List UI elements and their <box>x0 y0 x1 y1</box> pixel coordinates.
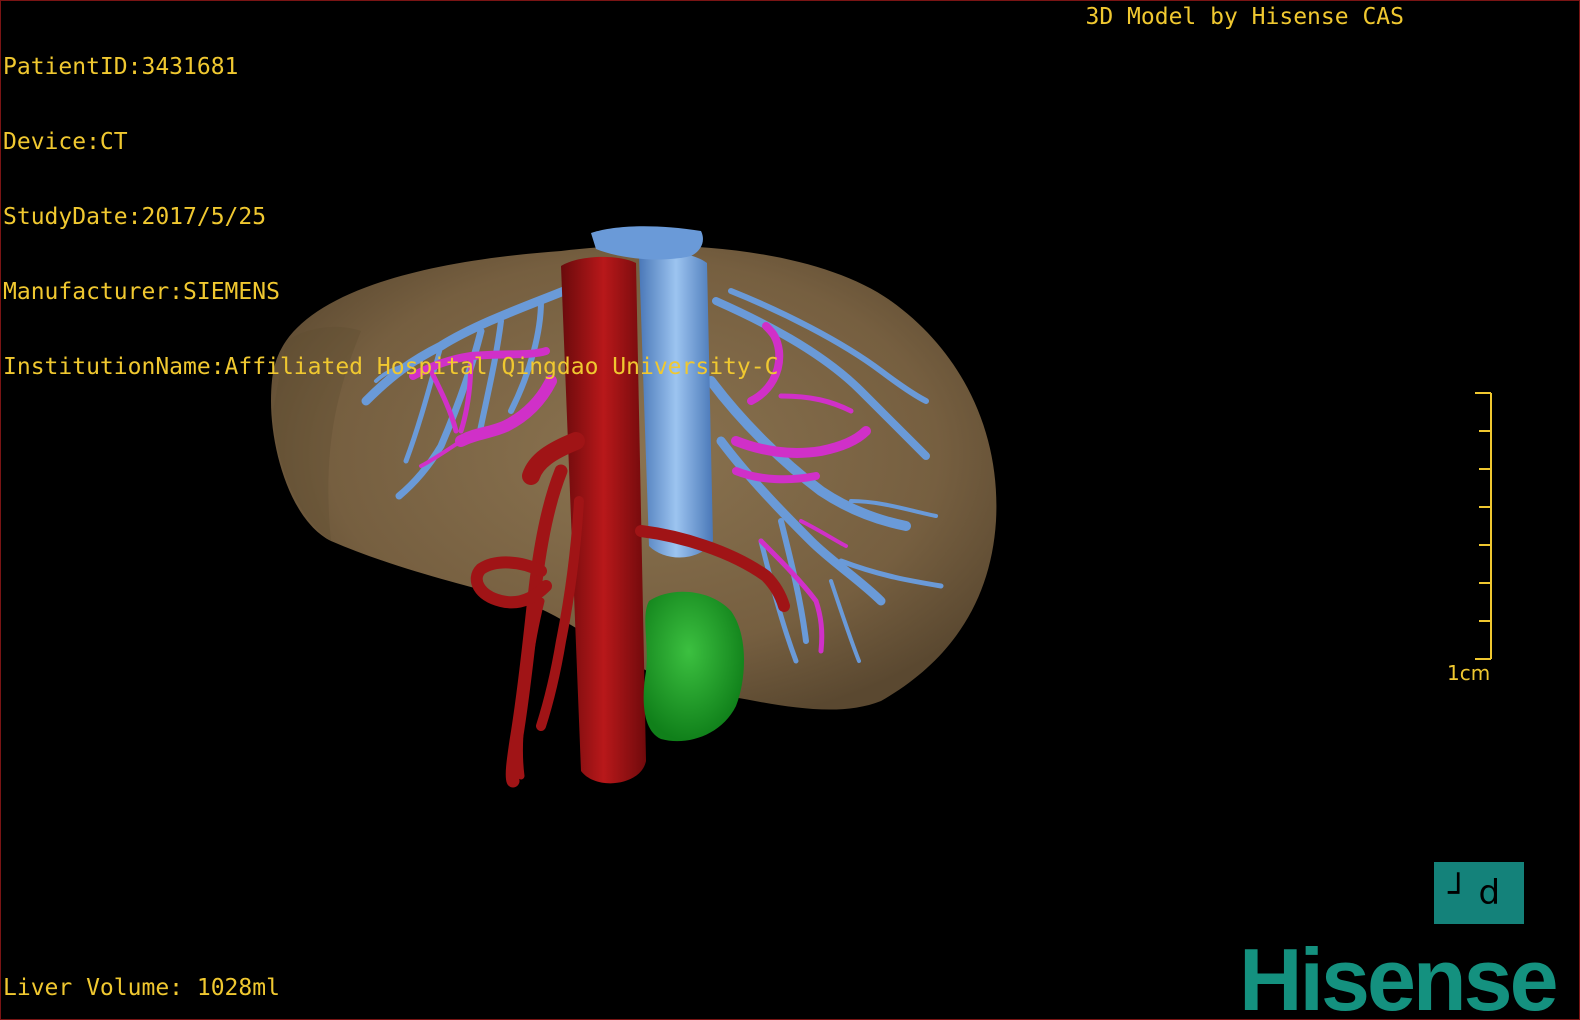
orientation-label: ┘d <box>1447 873 1511 913</box>
orientation-cube-icon[interactable]: ┘d <box>1434 862 1524 924</box>
patient-id-text: PatientID:3431681 <box>3 54 239 80</box>
liver-volume-text: Liver Volume: 1028ml <box>3 975 280 1001</box>
tumor-mass <box>643 591 745 742</box>
manufacturer-text: Manufacturer:SIEMENS <box>3 279 280 305</box>
patient-info-panel: PatientID:3431681 Device:CT StudyDate:20… <box>3 5 778 430</box>
hisense-logo: Hisense <box>1239 930 1559 1020</box>
device-text: Device:CT <box>3 129 128 155</box>
3d-viewport[interactable]: PatientID:3431681 Device:CT StudyDate:20… <box>0 0 1580 1020</box>
model-credit-text: 3D Model by Hisense CAS <box>1085 4 1405 30</box>
study-date-text: StudyDate:2017/5/25 <box>3 204 267 230</box>
scale-label: 1cm <box>1447 661 1491 685</box>
scale-bar <box>1475 392 1492 660</box>
institution-text: InstitutionName:Affiliated Hospital Qing… <box>3 354 779 380</box>
